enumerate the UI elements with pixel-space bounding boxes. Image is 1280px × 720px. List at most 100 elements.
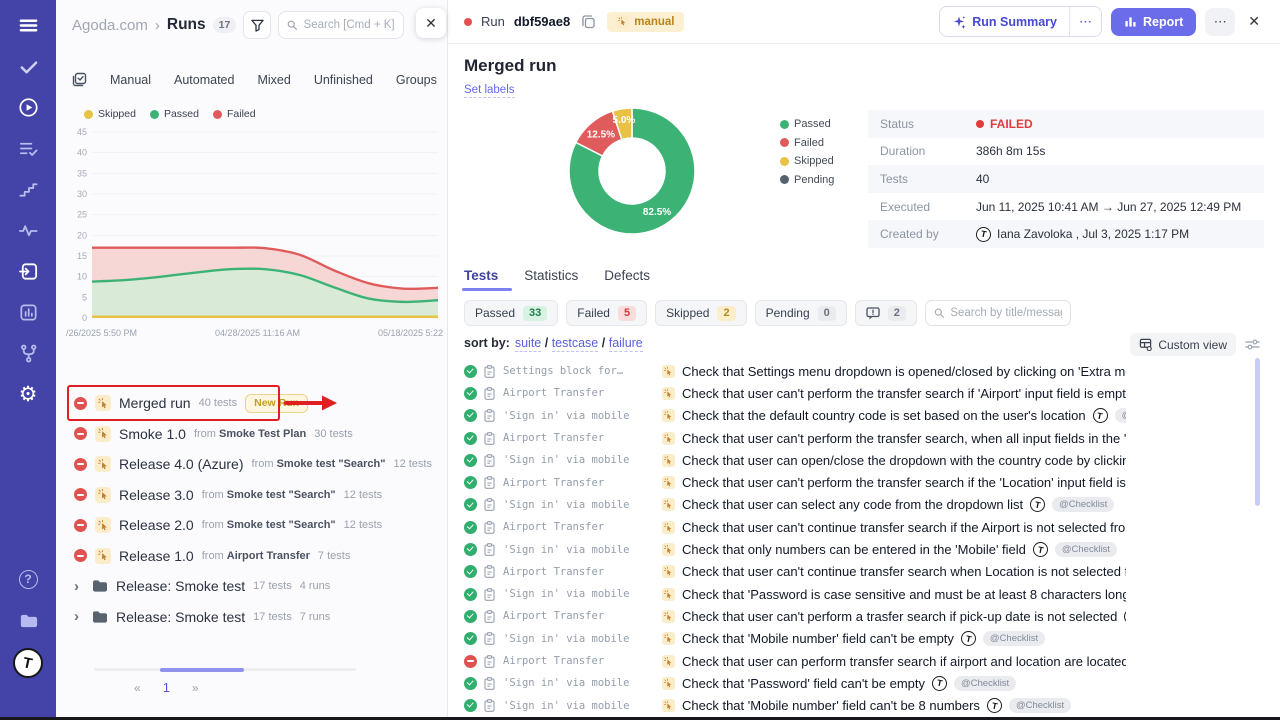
- reports-icon[interactable]: [15, 299, 41, 325]
- test-search-input[interactable]: [950, 307, 1062, 319]
- test-result-row[interactable]: 'Sign in' via mobileCheck that 'Mobile n…: [464, 694, 1126, 716]
- chevron-right-icon[interactable]: ›: [74, 608, 84, 625]
- test-result-row[interactable]: Airport TransferCheck that user can perf…: [464, 650, 1126, 672]
- run-list-item[interactable]: Merged run40 testsNew Run: [74, 388, 439, 419]
- run-list-item[interactable]: Smoke 1.0from Smoke Test Plan30 tests: [74, 419, 439, 450]
- test-result-row[interactable]: 'Sign in' via mobileCheck that 'Mobile n…: [464, 628, 1126, 650]
- manual-icon: [95, 548, 111, 564]
- runs-tab-unfinished[interactable]: Unfinished: [314, 73, 373, 87]
- test-result-row[interactable]: Airport TransferCheck that user can't pe…: [464, 471, 1126, 493]
- pagination: « 1 »: [134, 680, 199, 695]
- suite-name: 'Sign in' via mobile: [503, 454, 655, 466]
- run-list-item[interactable]: Release 3.0from Smoke test "Search"12 te…: [74, 480, 439, 511]
- runs-tab-groups[interactable]: Groups: [396, 73, 437, 87]
- info-row-created-by: Created byTIana Zavoloka , Jul 3, 2025 1…: [868, 220, 1264, 248]
- test-result-row[interactable]: Airport TransferCheck that user can't pe…: [464, 605, 1126, 627]
- left-panel-close-button[interactable]: ✕: [416, 8, 446, 38]
- manual-tag[interactable]: manual: [607, 12, 683, 32]
- custom-view-label: Custom view: [1158, 338, 1227, 352]
- manual-cursor-glyph: [664, 434, 673, 443]
- run-name: Release 1.0: [119, 548, 194, 564]
- pagination-next[interactable]: »: [192, 681, 199, 695]
- sort-by-suite[interactable]: suite: [515, 336, 541, 352]
- custom-view-button[interactable]: Custom view: [1130, 333, 1236, 356]
- test-result-row[interactable]: 'Sign in' via mobileCheck that user can …: [464, 449, 1126, 471]
- filter-chip-skipped[interactable]: Skipped2: [655, 300, 747, 326]
- menu-icon[interactable]: [15, 12, 41, 38]
- copy-run-id-button[interactable]: [579, 12, 598, 31]
- test-result-row[interactable]: 'Sign in' via mobileCheck that 'Password…: [464, 672, 1126, 694]
- manual-cursor-glyph: [664, 657, 673, 666]
- run-source: from Airport Transfer: [202, 550, 310, 562]
- test-search[interactable]: [925, 300, 1071, 326]
- run-list-item[interactable]: Release 4.0 (Azure)from Smoke test "Sear…: [74, 449, 439, 480]
- test-result-row[interactable]: Airport TransferCheck that user can't co…: [464, 561, 1126, 583]
- filter-button[interactable]: [243, 11, 271, 39]
- test-result-row[interactable]: 'Sign in' via mobileCheck that the defau…: [464, 405, 1126, 427]
- test-result-row[interactable]: Airport TransferCheck that user can't pe…: [464, 427, 1126, 449]
- test-result-row[interactable]: 'Sign in' via mobileCheck that user can …: [464, 494, 1126, 516]
- close-run-detail-button[interactable]: ✕: [1244, 9, 1264, 34]
- tab-statistics[interactable]: Statistics: [524, 268, 578, 291]
- chevron-right-icon[interactable]: ›: [74, 578, 84, 595]
- test-result-row[interactable]: Settings block for…Check that Settings m…: [464, 360, 1126, 382]
- tab-tests[interactable]: Tests: [464, 268, 498, 291]
- checklist-badge: @Checklist: [954, 676, 1016, 691]
- manual-icon: [662, 543, 675, 556]
- runs-play-icon[interactable]: [15, 94, 41, 120]
- pagination-prev[interactable]: «: [134, 681, 141, 695]
- pagination-page-1[interactable]: 1: [163, 680, 170, 695]
- branches-icon[interactable]: [15, 340, 41, 366]
- settings-gear-icon[interactable]: ⚙: [15, 381, 41, 407]
- runs-search-input[interactable]: [304, 19, 396, 31]
- set-labels-link[interactable]: Set labels: [464, 84, 515, 98]
- checklists-icon[interactable]: [15, 135, 41, 161]
- history-chart-legend: SkippedPassedFailed: [84, 108, 256, 120]
- svg-text:15: 15: [77, 251, 87, 261]
- run-list-item[interactable]: Release 1.0from Airport Transfer7 tests: [74, 541, 439, 572]
- tab-defects[interactable]: Defects: [604, 268, 650, 291]
- chip-count: 2: [888, 306, 906, 321]
- runs-tab-automated[interactable]: Automated: [174, 73, 234, 87]
- more-actions-button[interactable]: ⋯: [1205, 8, 1235, 36]
- passed-status-icon: [464, 699, 477, 712]
- sort-by-failure[interactable]: failure: [609, 336, 643, 352]
- filter-chip-passed[interactable]: Passed33: [464, 300, 558, 326]
- report-label: Report: [1143, 15, 1183, 29]
- filter-chip-failed[interactable]: Failed5: [566, 300, 647, 326]
- view-settings-button[interactable]: [1243, 336, 1262, 356]
- vertical-scrollbar-thumb[interactable]: [1255, 358, 1260, 506]
- run-group-item[interactable]: ›Release: Smoke test17 tests4 runs: [74, 571, 439, 602]
- runs-tab-manual[interactable]: Manual: [110, 73, 151, 87]
- sort-by-testcase[interactable]: testcase: [552, 336, 599, 352]
- run-list-item[interactable]: Release 2.0from Smoke test "Search"12 te…: [74, 510, 439, 541]
- horizontal-scrollbar-thumb[interactable]: [160, 668, 244, 672]
- legend-item: Failed: [213, 108, 256, 120]
- suite-name: 'Sign in' via mobile: [503, 700, 655, 712]
- run-summary-more-button[interactable]: ⋯: [1070, 7, 1101, 36]
- runs-tab-mixed[interactable]: Mixed: [257, 73, 290, 87]
- test-result-row[interactable]: 'Sign in' via mobileCheck that only numb…: [464, 538, 1126, 560]
- info-value: TIana Zavoloka , Jul 3, 2025 1:17 PM: [976, 227, 1189, 242]
- comments-filter-chip[interactable]: 2: [855, 300, 917, 326]
- breadcrumb-separator: ›: [155, 17, 160, 34]
- tests-check-icon[interactable]: [15, 53, 41, 79]
- activity-icon[interactable]: [15, 217, 41, 243]
- filter-chip-pending[interactable]: Pending0: [755, 300, 847, 326]
- suite-name: Airport Transfer: [503, 387, 655, 399]
- test-result-row[interactable]: 'Sign in' via mobileCheck that 'Password…: [464, 583, 1126, 605]
- test-run-icon[interactable]: [15, 258, 41, 284]
- run-group-item[interactable]: ›Release: Smoke test17 tests7 runs: [74, 602, 439, 633]
- user-avatar[interactable]: T: [13, 648, 43, 678]
- projects-folder-icon[interactable]: [15, 607, 41, 633]
- breadcrumb-project[interactable]: Agoda.com: [72, 17, 148, 34]
- report-button[interactable]: Report: [1111, 8, 1196, 36]
- help-icon[interactable]: ?: [15, 566, 41, 592]
- runs-search[interactable]: [278, 11, 404, 39]
- select-all-icon[interactable]: [72, 72, 87, 87]
- info-value: 40: [976, 172, 989, 186]
- run-summary-button[interactable]: Run Summary: [940, 8, 1069, 35]
- test-result-row[interactable]: Airport TransferCheck that user can't co…: [464, 516, 1126, 538]
- test-result-row[interactable]: Airport TransferCheck that user can't pe…: [464, 382, 1126, 404]
- milestones-icon[interactable]: [15, 176, 41, 202]
